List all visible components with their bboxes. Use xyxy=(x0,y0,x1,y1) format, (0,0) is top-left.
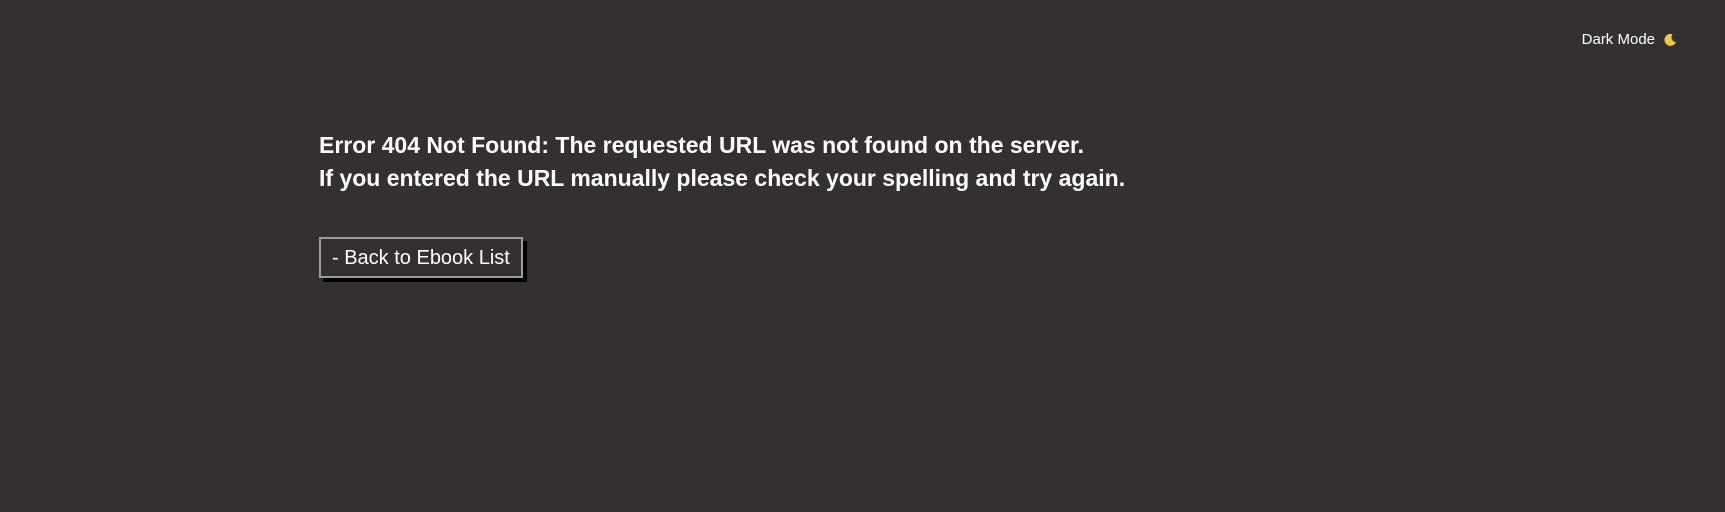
dark-mode-label: Dark Mode xyxy=(1581,31,1655,48)
error-line-2: If you entered the URL manually please c… xyxy=(319,165,1126,191)
error-message: Error 404 Not Found: The requested URL w… xyxy=(319,129,1139,195)
moon-icon xyxy=(1663,33,1677,47)
back-to-ebook-list-button[interactable]: - Back to Ebook List xyxy=(319,237,523,278)
dark-mode-toggle[interactable]: Dark Mode xyxy=(1582,31,1677,48)
error-line-1: Error 404 Not Found: The requested URL w… xyxy=(319,132,1085,158)
error-content: Error 404 Not Found: The requested URL w… xyxy=(319,129,1139,278)
